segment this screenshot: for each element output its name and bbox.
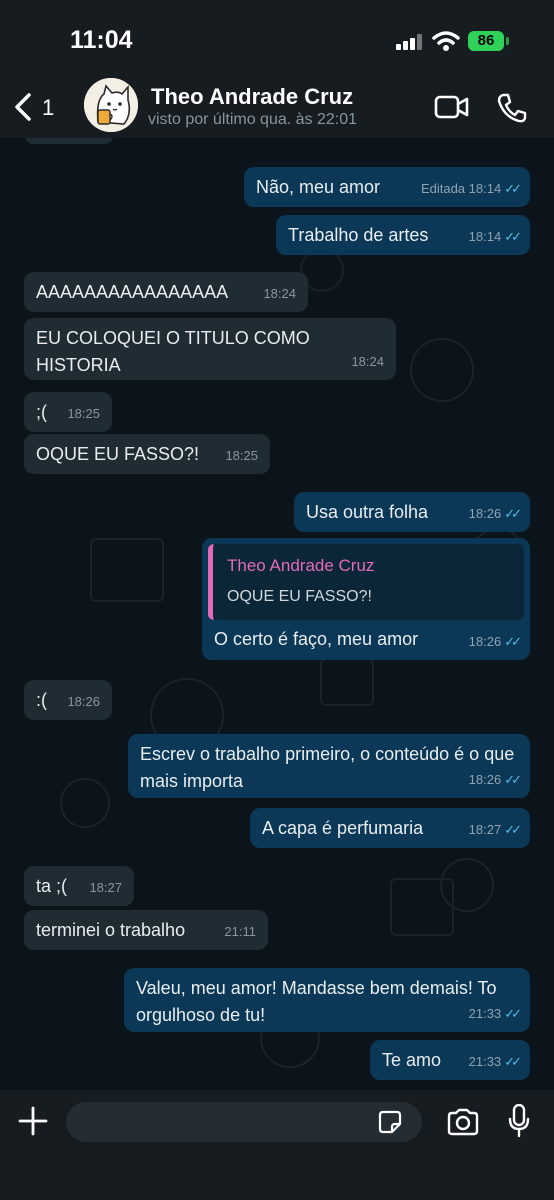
plus-icon[interactable]: [18, 1106, 48, 1136]
message-bubble-incoming[interactable]: AAAAAAAAAAAAAAAA 18:24: [24, 272, 308, 312]
battery-indicator: 86: [468, 31, 504, 51]
read-receipt-icon: ✓✓: [504, 181, 522, 196]
sticker-icon[interactable]: [378, 1110, 402, 1134]
unread-count[interactable]: 1: [42, 95, 54, 121]
message-time: 18:25: [67, 406, 100, 421]
message-time: 18:24: [263, 286, 296, 301]
last-seen-status: visto por último qua. às 22:01: [148, 111, 358, 128]
camera-icon[interactable]: [446, 1108, 480, 1136]
message-list[interactable]: Não, meu amor Editada 18:14 ✓✓ Trabalho d…: [0, 138, 554, 1090]
read-receipt-icon: ✓✓: [504, 1006, 522, 1021]
message-composer: [0, 1090, 554, 1200]
message-time: 18:26: [67, 694, 100, 709]
message-time: 18:25: [225, 448, 258, 463]
message-time: 18:14: [468, 229, 502, 244]
read-receipt-icon: ✓✓: [504, 1054, 522, 1069]
message-time: 21:33: [468, 1054, 502, 1069]
read-receipt-icon: ✓✓: [504, 506, 522, 521]
wallpaper-doodle: [90, 538, 164, 602]
quoted-sender-name: Theo Andrade Cruz: [227, 556, 375, 575]
edited-label: Editada: [420, 181, 466, 196]
message-time: 18:26: [468, 772, 502, 787]
message-meta: 18:26 ✓✓: [468, 500, 522, 527]
contact-avatar[interactable]: [84, 78, 138, 132]
read-receipt-icon: ✓✓: [504, 229, 522, 244]
message-meta: 21:33 ✓✓: [468, 1000, 522, 1027]
message-bubble-reply[interactable]: Theo Andrade Cruz OQUE EU FASSO?! O cert…: [202, 538, 530, 660]
message-bubble-outgoing[interactable]: Trabalho de artes 18:14 ✓✓: [276, 215, 530, 255]
read-receipt-icon: ✓✓: [504, 634, 522, 649]
message-bubble-outgoing[interactable]: A capa é perfumaria 18:27 ✓✓: [250, 808, 530, 848]
message-time: 18:24: [351, 354, 384, 369]
message-text: EU COLOQUEI O TITULO COMO HISTORIA: [36, 328, 310, 375]
wallpaper-doodle: [410, 338, 474, 402]
microphone-icon[interactable]: [508, 1104, 530, 1138]
message-time: 18:14: [468, 181, 502, 196]
status-bar: 11:04 86: [0, 0, 554, 76]
message-meta: 18:26 ✓✓: [468, 628, 522, 655]
clock: 11:04: [70, 26, 133, 54]
quoted-message[interactable]: Theo Andrade Cruz OQUE EU FASSO?!: [208, 544, 524, 620]
message-time: 21:11: [224, 924, 256, 939]
quoted-text: OQUE EU FASSO?!: [227, 588, 372, 605]
message-meta: 18:27 ✓✓: [468, 816, 522, 843]
cat-avatar-illustration: [84, 78, 138, 132]
battery-tip: [506, 37, 509, 45]
message-bubble-incoming[interactable]: terminei o trabalho 21:11: [24, 910, 268, 950]
message-bubble-incoming[interactable]: ;( 18:25: [24, 392, 112, 432]
contact-name[interactable]: Theo Andrade Cruz: [151, 84, 353, 110]
message-time: 18:27: [89, 880, 122, 895]
message-bubble-outgoing[interactable]: Valeu, meu amor! Mandasse bem demais! To…: [124, 968, 530, 1032]
message-time: 18:27: [468, 822, 502, 837]
message-text: Valeu, meu amor! Mandasse bem demais! To…: [136, 978, 497, 1025]
cellular-signal-icon: [396, 34, 424, 50]
wallpaper-doodle: [60, 778, 110, 828]
message-bubble-outgoing[interactable]: Escrev o trabalho primeiro, o conteúdo é…: [128, 734, 530, 798]
wallpaper-doodle: [320, 658, 374, 706]
message-meta: 21:33 ✓✓: [468, 1048, 522, 1075]
message-bubble-incoming[interactable]: EU COLOQUEI O TITULO COMO HISTORIA 18:24: [24, 318, 396, 380]
message-bubble-incoming[interactable]: OQUE EU FASSO?! 18:25: [24, 434, 270, 474]
message-bubble-outgoing[interactable]: Te amo 21:33 ✓✓: [370, 1040, 530, 1080]
message-time: 21:33: [468, 1006, 502, 1021]
message-bubble-incoming[interactable]: :( 18:26: [24, 680, 112, 720]
back-chevron-icon[interactable]: [12, 92, 34, 122]
read-receipt-icon: ✓✓: [504, 772, 522, 787]
message-meta: Editada 18:14 ✓✓: [420, 175, 522, 202]
wallpaper-doodle: [390, 878, 454, 936]
message-time: 18:26: [468, 506, 502, 521]
message-bubble-outgoing[interactable]: Usa outra folha 18:26 ✓✓: [294, 492, 530, 532]
video-call-icon[interactable]: [434, 94, 470, 120]
message-bubble-partial: [24, 138, 114, 144]
message-time: 18:26: [468, 634, 502, 649]
message-input[interactable]: [66, 1102, 422, 1142]
message-bubble-outgoing[interactable]: Não, meu amor Editada 18:14 ✓✓: [244, 167, 530, 207]
chat-header: 1 Theo Andrade Cruz visto por último qua…: [0, 76, 554, 138]
message-bubble-incoming[interactable]: ta ;( 18:27: [24, 866, 134, 906]
message-meta: 18:14 ✓✓: [468, 223, 522, 250]
phone-call-icon[interactable]: [496, 92, 528, 124]
message-meta: 18:26 ✓✓: [468, 766, 522, 793]
read-receipt-icon: ✓✓: [504, 822, 522, 837]
wifi-icon: [432, 31, 460, 51]
